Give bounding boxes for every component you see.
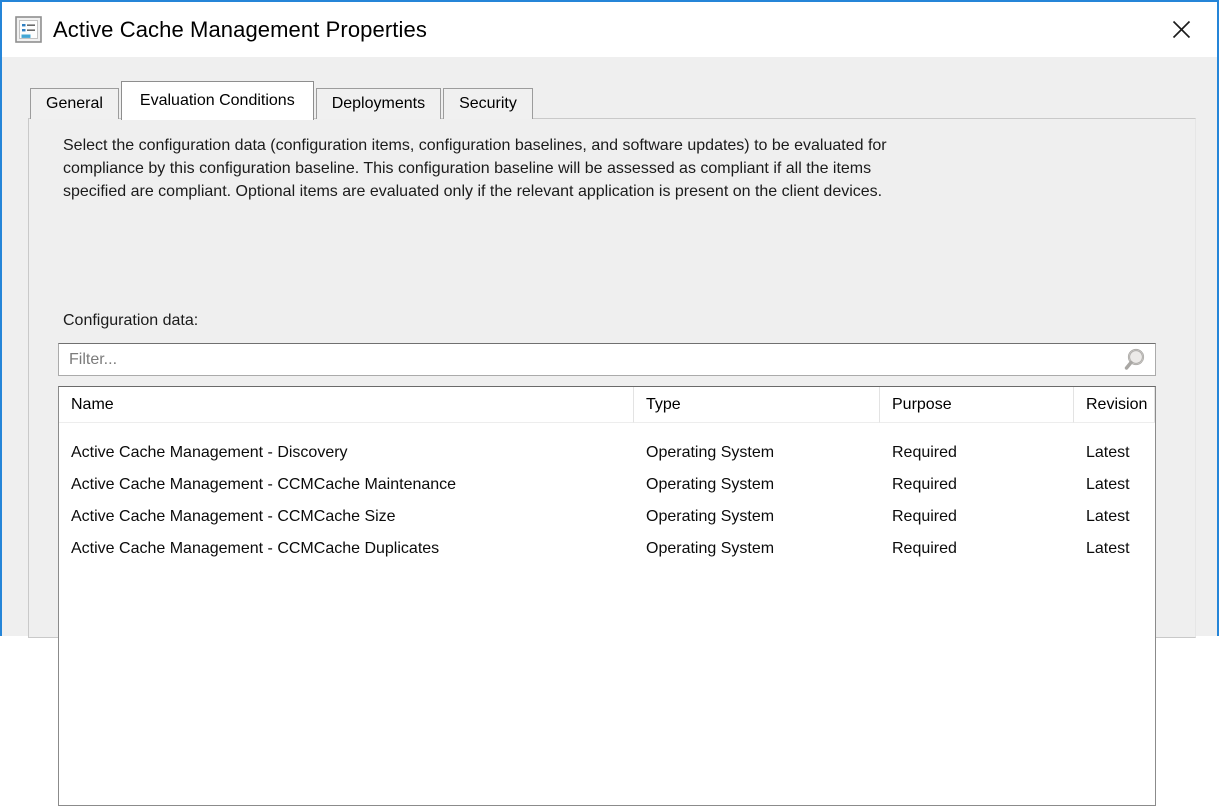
evaluation-conditions-panel: Select the configuration data (configura… <box>28 118 1196 638</box>
list-rows: Active Cache Management - Discovery Oper… <box>59 423 1155 565</box>
cell-purpose: Required <box>880 533 1074 565</box>
description-line-3: specified are compliant. Optional items … <box>63 180 1155 203</box>
tab-security[interactable]: Security <box>443 88 533 119</box>
column-header-type[interactable]: Type <box>634 387 880 423</box>
description-line-2: compliance by this configuration baselin… <box>63 157 1155 180</box>
description-line-1: Select the configuration data (configura… <box>63 134 1155 157</box>
dialog-body: General Evaluation Conditions Deployment… <box>2 57 1217 636</box>
table-row[interactable]: Active Cache Management - Discovery Oper… <box>59 437 1155 469</box>
cell-revision: Latest <box>1074 533 1155 565</box>
cell-purpose: Required <box>880 437 1074 469</box>
cell-revision: Latest <box>1074 501 1155 533</box>
cell-name: Active Cache Management - CCMCache Dupli… <box>59 533 634 565</box>
filter-box <box>58 343 1156 376</box>
column-header-purpose[interactable]: Purpose <box>880 387 1074 423</box>
table-row[interactable]: Active Cache Management - CCMCache Dupli… <box>59 533 1155 565</box>
app-icon <box>15 16 42 43</box>
close-icon <box>1172 20 1191 39</box>
description-text: Select the configuration data (configura… <box>63 134 1155 203</box>
cell-type: Operating System <box>634 533 880 565</box>
cell-type: Operating System <box>634 437 880 469</box>
title-bar[interactable]: Active Cache Management Properties <box>2 2 1217 57</box>
page-title: Active Cache Management Properties <box>53 17 427 43</box>
tab-general[interactable]: General <box>30 88 119 119</box>
close-button[interactable] <box>1161 12 1201 46</box>
cell-type: Operating System <box>634 501 880 533</box>
cell-name: Active Cache Management - Discovery <box>59 437 634 469</box>
cell-revision: Latest <box>1074 437 1155 469</box>
cell-purpose: Required <box>880 501 1074 533</box>
tab-evaluation-conditions[interactable]: Evaluation Conditions <box>121 81 314 120</box>
configuration-data-label: Configuration data: <box>63 312 198 330</box>
tab-strip: General Evaluation Conditions Deployment… <box>30 80 1187 119</box>
cell-name: Active Cache Management - CCMCache Maint… <box>59 469 634 501</box>
search-icon[interactable] <box>1121 347 1147 373</box>
cell-name: Active Cache Management - CCMCache Size <box>59 501 634 533</box>
cell-type: Operating System <box>634 469 880 501</box>
list-header: Name Type Purpose Revision <box>59 387 1155 423</box>
tab-deployments[interactable]: Deployments <box>316 88 441 119</box>
configuration-data-list: Name Type Purpose Revision Active Cache … <box>58 386 1156 806</box>
properties-dialog: Active Cache Management Properties Gener… <box>0 0 1219 636</box>
table-row[interactable]: Active Cache Management - CCMCache Maint… <box>59 469 1155 501</box>
column-header-name[interactable]: Name <box>59 387 634 423</box>
cell-revision: Latest <box>1074 469 1155 501</box>
table-row[interactable]: Active Cache Management - CCMCache Size … <box>59 501 1155 533</box>
column-header-revision[interactable]: Revision <box>1074 387 1155 423</box>
cell-purpose: Required <box>880 469 1074 501</box>
filter-input[interactable] <box>59 344 1121 375</box>
